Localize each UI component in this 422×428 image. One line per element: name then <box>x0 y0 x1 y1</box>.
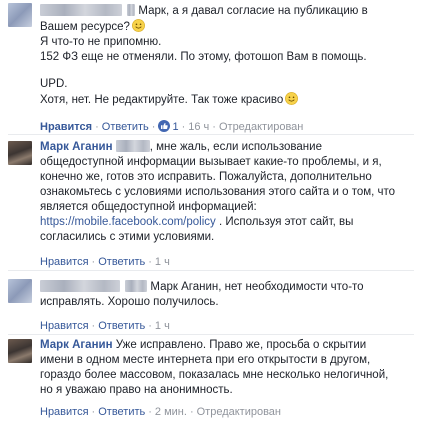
comment-text-line: общедоступной информации вызывает какие-… <box>40 156 382 168</box>
comment-actions: Нравится · Ответить · 2 мин. · Отредактирован <box>40 406 281 418</box>
timestamp[interactable]: 1 ч <box>155 256 170 268</box>
redacted-author-name[interactable] <box>40 280 120 292</box>
comment-text-line: является общедоступной информацией: <box>40 201 257 213</box>
edited-label[interactable]: Отредактирован <box>197 406 281 418</box>
reply-button[interactable]: Ответить <box>98 320 145 332</box>
comment-text-line: гораздо более массовом, показалась мне н… <box>40 369 389 381</box>
redacted-mention[interactable] <box>115 140 150 152</box>
like-count-icon <box>158 120 171 132</box>
divider <box>8 134 414 135</box>
comment-actions: Нравится · Ответить · 1 ч <box>40 320 170 332</box>
comment-author[interactable]: Марк Аганин <box>40 339 113 351</box>
avatar[interactable] <box>8 339 32 363</box>
redacted-author-name-part <box>125 280 148 292</box>
avatar[interactable] <box>8 279 32 303</box>
like-count[interactable]: 1 <box>172 121 178 133</box>
timestamp[interactable]: 16 ч <box>188 121 209 133</box>
policy-link[interactable]: https://mobile.facebook.com/policy <box>40 216 216 228</box>
comment-author[interactable]: Марк Аганин <box>40 141 113 153</box>
comment-text-line: Вашем ресурсе? <box>40 21 130 33</box>
divider <box>8 270 414 271</box>
like-button[interactable]: Нравится <box>40 256 89 268</box>
like-button[interactable]: Нравится <box>40 121 92 133</box>
comment-text-line: но я уважаю право на анонимность. <box>40 384 233 396</box>
timestamp[interactable]: 2 мин. <box>155 406 187 418</box>
edited-label[interactable]: Отредактирован <box>219 121 303 133</box>
timestamp[interactable]: 1 ч <box>155 320 170 332</box>
comment-text-line: ознакомьтесь с условиями использования э… <box>40 186 396 198</box>
comment-text-line: Уже исправлено. Право же, просьба о скры… <box>115 339 367 351</box>
comment-text-line: Хотя, нет. Не редактируйте. Так тоже кра… <box>40 94 284 106</box>
comment-text-line: Марк Аганин, нет необходимости что-то <box>150 281 364 293</box>
like-button[interactable]: Нравится <box>40 406 89 418</box>
comment-text-line: имени в одном месте интернета при его от… <box>40 354 371 366</box>
comment-text-line: Марк, а я давал согласие на публикацию в <box>138 5 368 17</box>
avatar[interactable] <box>8 141 32 165</box>
like-button[interactable]: Нравится <box>40 320 89 332</box>
comment-text-line: , мне жаль, если использование <box>149 141 322 153</box>
redacted-author-name[interactable] <box>40 4 122 16</box>
reply-button[interactable]: Ответить <box>102 121 149 133</box>
comment-actions: Нравится · Ответить · 1 ч <box>40 256 170 268</box>
smiley-icon <box>285 92 299 105</box>
comment-text-line: исправлять. Хорошо получилось. <box>40 296 219 308</box>
comment-text-line: 152 ФЗ еще не отменяли. По этому, фотошо… <box>40 51 367 63</box>
comment-text-line: конечно же, готов это исправить. Пожалуй… <box>40 171 372 183</box>
reply-button[interactable]: Ответить <box>98 256 145 268</box>
avatar[interactable] <box>8 3 32 27</box>
comment-actions: Нравится · Ответить · 1 · 16 ч · Отредактирован <box>40 120 304 133</box>
redacted-author-name-part <box>127 4 136 16</box>
comment-text-line: UPD. <box>40 78 68 90</box>
comment-text-line: согласились с этими условиями. <box>40 231 215 243</box>
comment-text-line: Я что-то не припомню. <box>40 36 162 48</box>
reply-button[interactable]: Ответить <box>98 406 145 418</box>
divider <box>8 334 414 335</box>
smiley-icon <box>131 19 145 32</box>
comment-text-line: . Используя этот сайт, вы <box>218 216 354 228</box>
